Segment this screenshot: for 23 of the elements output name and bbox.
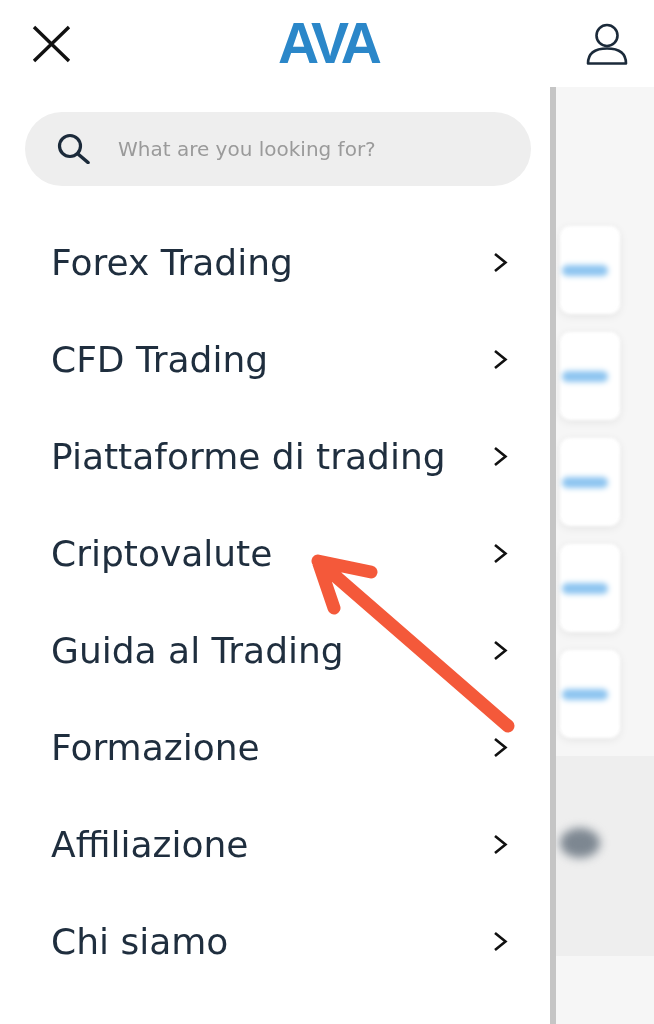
chevron-right-icon [493, 737, 508, 758]
menu-item[interactable]: Criptovalute [0, 505, 550, 602]
menu-item[interactable]: Formazione [0, 699, 550, 796]
chevron-right-icon [493, 446, 508, 467]
account-button[interactable] [586, 22, 628, 65]
search-icon [57, 133, 92, 164]
chevron-right-icon [493, 640, 508, 661]
menu-item[interactable]: Forex Trading [0, 214, 550, 311]
user-icon [586, 22, 628, 65]
menu-item[interactable]: Guida al Trading [0, 602, 550, 699]
chevron-right-icon [493, 349, 508, 370]
chevron-right-icon [493, 252, 508, 273]
close-button[interactable] [32, 24, 71, 63]
chevron-right-icon [493, 931, 508, 952]
menu-item[interactable]: Chi siamo [0, 893, 550, 990]
search-field[interactable]: What are you looking for? [25, 112, 531, 186]
menu-item[interactable]: Affiliazione [0, 796, 550, 893]
menu-item[interactable]: Piattaforme di trading [0, 408, 550, 505]
chevron-right-icon [493, 543, 508, 564]
menu-item[interactable]: CFD Trading [0, 311, 550, 408]
close-icon [32, 24, 71, 63]
brand-logo[interactable]: AVA [278, 15, 382, 72]
chevron-right-icon [493, 834, 508, 855]
